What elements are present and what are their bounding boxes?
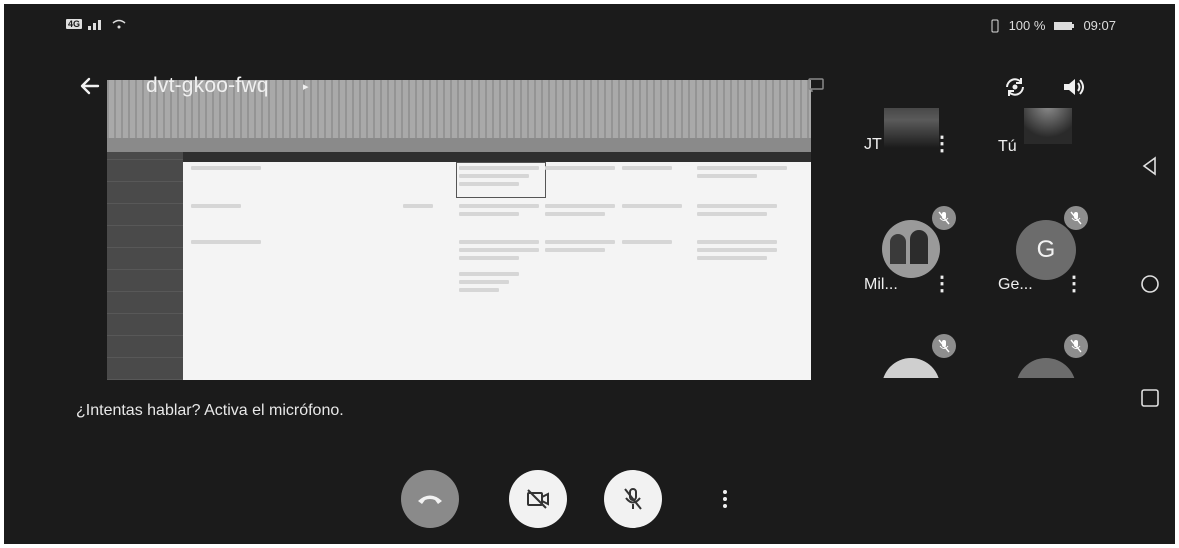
sheet-cell [459, 204, 539, 208]
participant-tile[interactable]: Mil... ⋮ [844, 206, 966, 308]
participant-video [884, 108, 939, 148]
toggle-camera-button[interactable] [509, 470, 567, 528]
shared-screen[interactable] [107, 80, 811, 380]
participant-more-icon[interactable]: ⋮ [932, 274, 952, 294]
sheet-cell [459, 174, 529, 178]
call-screen: 4G 100 % 09:07 dvt-gkoo-fwq ▸ JT ⋮ Tú Mi… [4, 4, 1175, 544]
sheet-cell [459, 240, 539, 244]
sheet-cell [545, 166, 615, 170]
sheet-cell [697, 248, 777, 252]
sheet-cell [545, 204, 615, 208]
sheet-cell [697, 166, 787, 170]
sheet-cell [545, 248, 605, 252]
sheet-cell [622, 166, 672, 170]
meeting-code[interactable]: dvt-gkoo-fwq [146, 74, 269, 98]
meeting-info-caret[interactable]: ▸ [303, 80, 309, 93]
sheet-cell [459, 182, 519, 186]
vibrate-icon [991, 19, 999, 32]
mic-off-icon [624, 488, 642, 510]
self-video [1024, 108, 1072, 144]
participant-more-icon[interactable]: ⋮ [932, 134, 952, 154]
camera-switch-icon[interactable] [1002, 74, 1028, 100]
sheet-cell [697, 204, 777, 208]
sheet-cell [459, 256, 519, 260]
sheet-cell [697, 174, 757, 178]
battery-percent: 100 % [1008, 18, 1046, 33]
sheet-cell [191, 204, 241, 208]
sheet-cell [622, 204, 682, 208]
participant-tile[interactable]: G Ge... ⋮ [976, 206, 1098, 308]
more-options-icon[interactable] [718, 482, 732, 516]
back-arrow-icon[interactable] [76, 72, 104, 100]
status-left: 4G [66, 18, 126, 30]
status-right: 100 % 09:07 [989, 18, 1116, 33]
sheet-cell [545, 212, 605, 216]
sheet-cell [697, 240, 777, 244]
network-type-icon: 4G [66, 19, 83, 29]
sheet-cell [697, 212, 767, 216]
system-navigation-bar [1124, 4, 1175, 544]
participant-name: Ge... [998, 276, 1033, 293]
toggle-mic-button[interactable] [604, 470, 662, 528]
sheet-cell [622, 240, 672, 244]
speaker-icon[interactable] [1060, 74, 1086, 100]
participant-tile[interactable]: JT ⋮ [844, 108, 966, 206]
avatar [882, 220, 940, 278]
sheet-cell [403, 204, 433, 208]
mic-off-icon [932, 206, 956, 230]
nav-recents-icon[interactable] [1140, 388, 1160, 408]
participant-name: JT [864, 136, 882, 153]
signal-icon [88, 20, 102, 30]
sheet-cell [459, 166, 539, 170]
status-bar: 4G 100 % 09:07 [4, 4, 1124, 48]
sheet-cell [697, 256, 767, 260]
sheet-cell [191, 240, 261, 244]
phone-hangup-icon [418, 495, 442, 504]
mic-off-icon [1064, 334, 1088, 358]
shared-screen-tabbar [107, 138, 811, 152]
sheet-cell [459, 272, 519, 276]
nav-back-icon[interactable] [1140, 156, 1160, 176]
participant-name: Mil... [864, 276, 898, 293]
wifi-icon [112, 19, 126, 29]
mic-hint-text: ¿Intentas hablar? Activa el micrófono. [76, 402, 344, 419]
participant-more-icon[interactable]: ⋮ [1064, 274, 1084, 294]
sheet-cell [459, 288, 499, 292]
avatar: G [1016, 358, 1076, 378]
participant-name: Tú [998, 138, 1017, 155]
battery-icon [1054, 21, 1075, 30]
sheet-cell [191, 166, 261, 170]
sheet-cell [459, 212, 519, 216]
participant-tiles: JT ⋮ Tú Mil... ⋮ G Ge... ⋮ [844, 108, 1109, 378]
avatar [882, 358, 940, 378]
cast-icon[interactable] [807, 76, 825, 94]
shared-screen-row-headers [107, 152, 183, 380]
clock: 09:07 [1083, 18, 1116, 33]
participant-tile[interactable]: G [976, 334, 1098, 378]
participant-tile[interactable] [844, 334, 966, 378]
sheet-cell [459, 248, 539, 252]
avatar: G [1016, 220, 1076, 280]
nav-home-icon[interactable] [1140, 274, 1160, 294]
video-off-icon [527, 489, 549, 509]
end-call-button[interactable] [401, 470, 459, 528]
shared-screen-column-headers [183, 152, 811, 162]
sheet-cell [545, 240, 615, 244]
mic-off-icon [932, 334, 956, 358]
mic-off-icon [1064, 206, 1088, 230]
participant-tile-self[interactable]: Tú [976, 108, 1098, 206]
sheet-cell [459, 280, 509, 284]
